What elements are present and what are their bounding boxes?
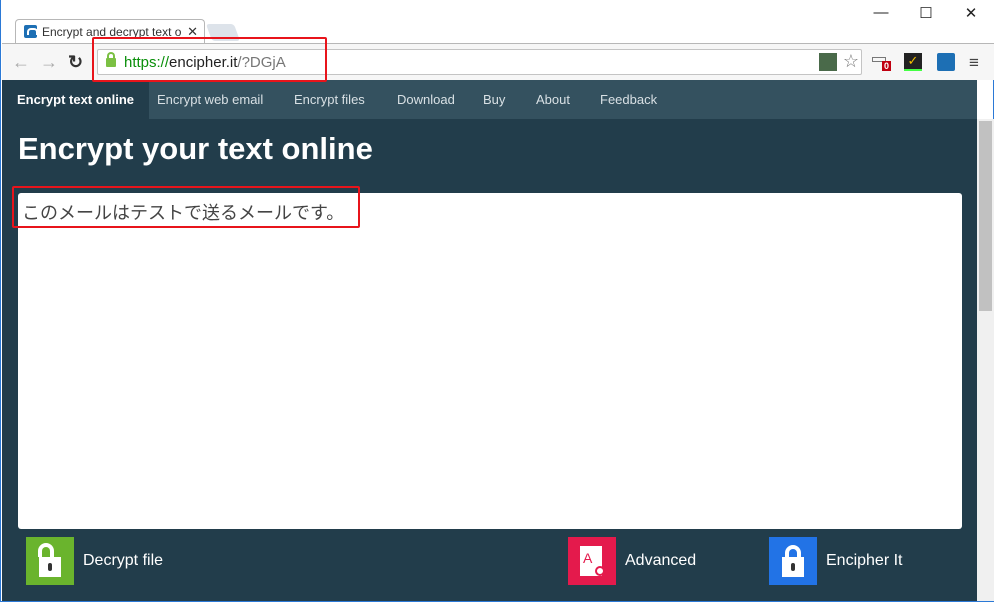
scrollbar-thumb[interactable] bbox=[979, 121, 992, 311]
bookmark-star-icon[interactable]: ☆ bbox=[843, 51, 859, 72]
encipher-it-button[interactable]: Encipher It bbox=[769, 537, 902, 585]
extension-badge-count: 0 bbox=[882, 61, 892, 71]
close-window-button[interactable]: ✕ bbox=[951, 4, 991, 22]
url-host: encipher.it bbox=[169, 54, 238, 71]
nav-download[interactable]: Download bbox=[382, 80, 470, 119]
tab-title: Encrypt and decrypt text o bbox=[42, 25, 182, 39]
back-icon[interactable]: ← bbox=[12, 52, 30, 73]
norton-check-icon[interactable]: ✓ bbox=[904, 53, 922, 71]
locked-padlock-icon bbox=[769, 537, 817, 585]
page-title: Encrypt your text online bbox=[18, 131, 373, 166]
encipher-favicon-icon bbox=[24, 25, 37, 38]
secure-lock-icon bbox=[106, 52, 116, 67]
site-nav: Encrypt text online Encrypt web email En… bbox=[2, 80, 977, 119]
url-path: /?DGjA bbox=[237, 54, 286, 71]
image-icon[interactable] bbox=[819, 53, 837, 71]
decrypt-file-label: Decrypt file bbox=[83, 552, 164, 569]
nav-buy[interactable]: Buy bbox=[468, 80, 520, 119]
main-content: Encrypt your text online このメールはテストで送るメール… bbox=[2, 119, 977, 601]
nav-encrypt-files[interactable]: Encrypt files bbox=[279, 80, 380, 119]
minimize-button[interactable]: — bbox=[861, 4, 901, 21]
page-scrollbar[interactable] bbox=[977, 119, 994, 601]
encipher-extension-icon[interactable] bbox=[937, 53, 955, 71]
address-bar[interactable]: https://encipher.it/?DGjA ☆ bbox=[97, 49, 862, 75]
nav-encrypt-text[interactable]: Encrypt text online bbox=[2, 80, 150, 119]
text-input[interactable]: このメールはテストで送るメールです。 bbox=[18, 193, 962, 529]
browser-toolbar: ← → ↻ https://encipher.it/?DGjA ☆ 0 ✓ ≡ bbox=[2, 43, 994, 80]
nav-about[interactable]: About bbox=[521, 80, 585, 119]
maximize-button[interactable]: ☐ bbox=[906, 4, 946, 22]
document-add-icon: A bbox=[568, 537, 616, 585]
tab-strip: Encrypt and decrypt text o ✕ — ☐ ✕ bbox=[1, 0, 994, 44]
reload-icon[interactable]: ↻ bbox=[68, 52, 83, 73]
url-scheme: https:// bbox=[124, 54, 170, 71]
new-tab-button[interactable] bbox=[205, 24, 241, 41]
forward-icon[interactable]: → bbox=[40, 52, 58, 73]
menu-icon[interactable]: ≡ bbox=[969, 53, 987, 72]
browser-tab[interactable]: Encrypt and decrypt text o ✕ bbox=[15, 19, 205, 44]
encipher-it-label: Encipher It bbox=[826, 552, 903, 569]
nav-encrypt-web-email[interactable]: Encrypt web email bbox=[142, 80, 278, 119]
unlocked-padlock-icon bbox=[26, 537, 74, 585]
advanced-label: Advanced bbox=[625, 552, 697, 569]
nav-feedback[interactable]: Feedback bbox=[585, 80, 672, 119]
decrypt-file-button[interactable]: Decrypt file bbox=[26, 537, 163, 585]
close-tab-icon[interactable]: ✕ bbox=[187, 24, 198, 40]
browser-window: Encrypt and decrypt text o ✕ — ☐ ✕ ← → ↻ … bbox=[0, 0, 994, 602]
extension-badge-icon[interactable]: 0 bbox=[872, 53, 892, 71]
advanced-button[interactable]: A Advanced bbox=[568, 537, 696, 585]
